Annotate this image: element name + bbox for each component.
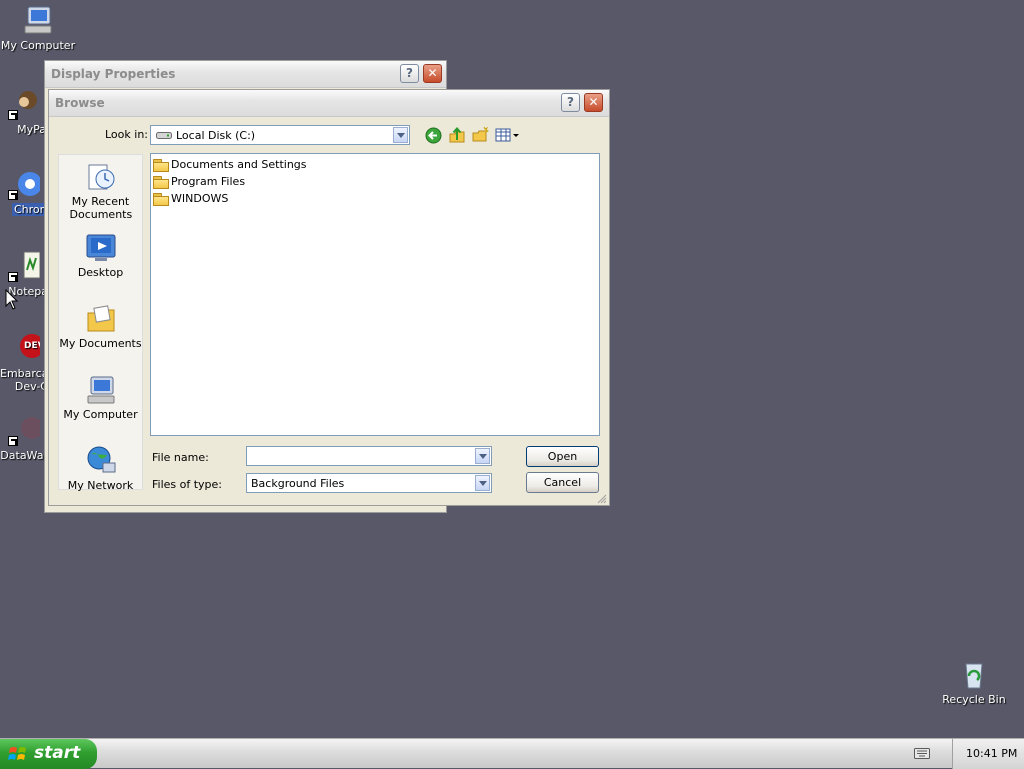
places-item-label: My Documents xyxy=(59,337,142,350)
file-name: Documents and Settings xyxy=(171,158,307,171)
drive-icon xyxy=(156,132,172,139)
chevron-down-icon[interactable] xyxy=(475,475,490,491)
folder-icon xyxy=(153,159,169,172)
folder-icon xyxy=(153,193,169,206)
chevron-down-icon[interactable] xyxy=(475,448,490,464)
datawarrior-icon xyxy=(8,414,43,446)
mouse-cursor-icon xyxy=(5,289,19,310)
shortcut-arrow-icon xyxy=(8,110,18,120)
computer-icon xyxy=(22,4,54,36)
file-name-label: File name: xyxy=(152,451,209,464)
files-of-type-dropdown[interactable]: Background Files xyxy=(246,473,492,493)
desktop-icon-label: MyPa xyxy=(17,123,46,136)
windows-logo-icon xyxy=(8,747,26,760)
back-icon[interactable] xyxy=(425,127,442,144)
my-documents-icon xyxy=(85,303,117,335)
clock[interactable]: 10:41 PM xyxy=(966,747,1017,760)
places-item-my-network[interactable]: My Network xyxy=(59,445,142,492)
shortcut-arrow-icon xyxy=(8,190,18,200)
desktop-icon-recycle-bin[interactable]: Recycle Bin xyxy=(936,658,1012,706)
taskbar: start 10:41 PM xyxy=(0,738,1024,769)
look-in-dropdown[interactable]: Local Disk (C:) xyxy=(150,125,410,145)
cancel-button[interactable]: Cancel xyxy=(526,472,599,493)
file-name: Program Files xyxy=(171,175,246,188)
places-item-desktop[interactable]: Desktop xyxy=(59,232,142,279)
start-label: start xyxy=(34,743,81,763)
help-button[interactable]: ? xyxy=(400,64,419,83)
browse-titlebar[interactable]: Browse ? ✕ xyxy=(49,90,609,117)
chrome-icon xyxy=(8,168,42,200)
open-button[interactable]: Open xyxy=(526,446,599,467)
my-computer-icon xyxy=(85,374,117,406)
dev-c-icon: DEV xyxy=(8,332,45,364)
places-item-recent-documents[interactable]: My Recent Documents xyxy=(59,161,142,221)
chevron-down-icon[interactable] xyxy=(393,127,408,143)
system-tray: 10:41 PM xyxy=(952,739,1024,769)
files-of-type-value: Background Files xyxy=(251,477,345,490)
recycle-bin-icon xyxy=(958,658,990,690)
folder-icon xyxy=(153,176,169,189)
mypa-icon xyxy=(8,88,40,120)
view-menu-icon[interactable] xyxy=(495,127,520,143)
places-item-label: My Computer xyxy=(63,408,138,421)
file-name-field[interactable] xyxy=(246,446,492,466)
desktop-icon-label: My Computer xyxy=(0,39,76,52)
recent-documents-icon xyxy=(85,161,117,193)
help-button[interactable]: ? xyxy=(561,93,580,112)
files-of-type-label: Files of type: xyxy=(152,478,223,491)
desktop-icon xyxy=(85,232,117,264)
places-item-my-computer[interactable]: My Computer xyxy=(59,374,142,421)
desktop-icon-label: DataWar xyxy=(0,449,48,462)
places-item-label: Desktop xyxy=(77,266,124,279)
notepad-icon xyxy=(8,250,41,282)
close-button[interactable]: ✕ xyxy=(584,93,603,112)
places-bar: My Recent Documents Desktop My Documents… xyxy=(58,154,143,492)
look-in-label: Look in: xyxy=(105,128,148,141)
desktop-icon-label: Recycle Bin xyxy=(942,693,1006,706)
resize-grip-icon[interactable] xyxy=(595,492,607,504)
svg-text:DEV: DEV xyxy=(24,341,40,351)
close-button[interactable]: ✕ xyxy=(423,64,442,83)
places-item-my-documents[interactable]: My Documents xyxy=(59,303,142,350)
look-in-value: Local Disk (C:) xyxy=(176,129,256,142)
desktop-icon-my-computer[interactable]: My Computer xyxy=(0,4,76,52)
shortcut-arrow-icon xyxy=(8,436,18,446)
desktop-icon-label: Embarca Dev-C xyxy=(0,367,49,393)
file-name: WINDOWS xyxy=(171,192,229,205)
places-item-label: My Recent Documents xyxy=(69,195,133,221)
display-properties-title: Display Properties xyxy=(51,67,176,81)
new-folder-icon[interactable] xyxy=(471,126,489,144)
browse-title: Browse xyxy=(55,96,105,110)
shortcut-arrow-icon xyxy=(8,272,18,282)
my-network-icon xyxy=(85,445,117,477)
start-button[interactable]: start xyxy=(0,739,97,769)
desktop-icon-mypa[interactable]: MyPa xyxy=(0,88,48,136)
keyboard-icon[interactable] xyxy=(914,748,930,759)
desktop-icon-embarcadero-dev-c[interactable]: DEV Embarca Dev-C xyxy=(0,332,48,393)
file-list[interactable]: Documents and Settings Program Files WIN… xyxy=(150,153,600,436)
up-one-level-icon[interactable] xyxy=(448,126,466,144)
places-item-label: My Network xyxy=(67,479,134,492)
desktop-icon-datawarrior[interactable]: DataWar xyxy=(0,414,48,462)
desktop-icon-chrome[interactable]: Chrom xyxy=(0,168,53,216)
display-properties-titlebar[interactable]: Display Properties ? ✕ xyxy=(45,61,446,88)
